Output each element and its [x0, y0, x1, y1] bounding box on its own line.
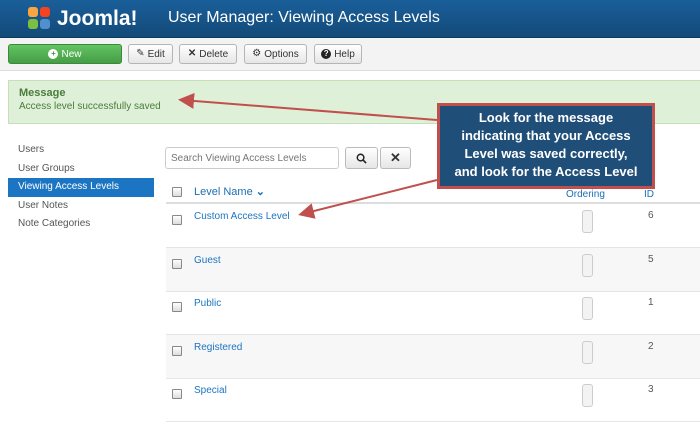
sidebar-item-viewing-access-levels[interactable]: Viewing Access Levels — [8, 178, 154, 197]
level-name-link[interactable]: Special — [194, 385, 227, 396]
new-button-label: New — [61, 48, 82, 60]
message-text: Access level successfully saved — [19, 101, 161, 112]
page-title: User Manager: Viewing Access Levels — [168, 9, 440, 26]
logo-text: Joomla! — [57, 7, 138, 30]
help-button[interactable]: ? Help — [314, 44, 362, 64]
joomla-logo-icon — [28, 7, 52, 31]
search-icon — [356, 153, 367, 164]
sidebar-item-user-notes[interactable]: User Notes — [8, 197, 154, 216]
column-level-name[interactable]: Level Name ⌄ — [194, 185, 265, 198]
column-id[interactable]: ID — [644, 189, 654, 200]
row-id: 2 — [648, 341, 654, 352]
sidebar: Users User Groups Viewing Access Levels … — [8, 141, 154, 234]
row-checkbox[interactable] — [172, 259, 182, 269]
callout-line: Look for the message — [478, 110, 614, 125]
gear-icon: ⚙ — [252, 48, 262, 59]
sidebar-item-note-categories[interactable]: Note Categories — [8, 215, 154, 234]
drag-handle[interactable] — [582, 210, 593, 233]
row-id: 1 — [648, 297, 654, 308]
column-level-name-label: Level Name — [194, 186, 253, 198]
drag-handle[interactable] — [582, 384, 593, 407]
column-ordering[interactable]: Ordering — [566, 189, 605, 200]
edit-icon: ✎ — [136, 48, 145, 59]
search-button[interactable] — [345, 147, 378, 169]
row-id: 6 — [648, 210, 654, 221]
row-checkbox[interactable] — [172, 215, 182, 225]
row-id: 3 — [648, 384, 654, 395]
edit-button[interactable]: ✎ Edit — [128, 44, 173, 64]
delete-button[interactable]: ✕ Delete — [179, 44, 237, 64]
help-button-label: Help — [334, 48, 355, 60]
plus-icon: + — [48, 49, 59, 59]
table-row: Custom Access Level 6 — [166, 204, 700, 248]
close-icon: ✕ — [187, 48, 197, 59]
level-name-link[interactable]: Custom Access Level — [194, 211, 290, 222]
question-icon: ? — [321, 49, 332, 59]
app-header: Joomla! User Manager: Viewing Access Lev… — [0, 0, 700, 38]
delete-button-label: Delete — [199, 48, 229, 60]
level-name-link[interactable]: Public — [194, 298, 221, 309]
sidebar-item-user-groups[interactable]: User Groups — [8, 160, 154, 179]
close-icon: ✕ — [390, 150, 401, 165]
search-input[interactable] — [165, 147, 339, 169]
row-checkbox[interactable] — [172, 346, 182, 356]
edit-button-label: Edit — [147, 48, 165, 60]
callout-line: indicating that your Access — [461, 128, 631, 143]
message-heading: Message — [19, 87, 66, 99]
row-checkbox[interactable] — [172, 302, 182, 312]
toolbar: + New ✎ Edit ✕ Delete ⚙ Options ? Help — [0, 38, 700, 71]
callout-line: Level was saved correctly, — [464, 146, 628, 161]
new-button[interactable]: + New — [8, 44, 122, 64]
options-button[interactable]: ⚙ Options — [244, 44, 307, 64]
instruction-callout: Look for the message indicating that you… — [437, 103, 655, 189]
select-all-checkbox[interactable] — [172, 187, 182, 197]
sidebar-item-users[interactable]: Users — [8, 141, 154, 160]
table-row: Registered 2 — [166, 335, 700, 379]
level-name-link[interactable]: Registered — [194, 342, 242, 353]
callout-line: and look for the Access Level — [454, 164, 638, 179]
drag-handle[interactable] — [582, 297, 593, 320]
chevron-down-icon: ⌄ — [255, 186, 265, 198]
table-row: Guest 5 — [166, 248, 700, 292]
joomla-logo[interactable]: Joomla! — [28, 6, 138, 32]
drag-handle[interactable] — [582, 254, 593, 277]
drag-handle[interactable] — [582, 341, 593, 364]
options-button-label: Options — [264, 48, 299, 60]
table-row: Public 1 — [166, 291, 700, 335]
row-checkbox[interactable] — [172, 389, 182, 399]
clear-search-button[interactable]: ✕ — [380, 147, 411, 169]
table-row: Special 3 — [166, 378, 700, 422]
row-id: 5 — [648, 254, 654, 265]
level-name-link[interactable]: Guest — [194, 255, 221, 266]
